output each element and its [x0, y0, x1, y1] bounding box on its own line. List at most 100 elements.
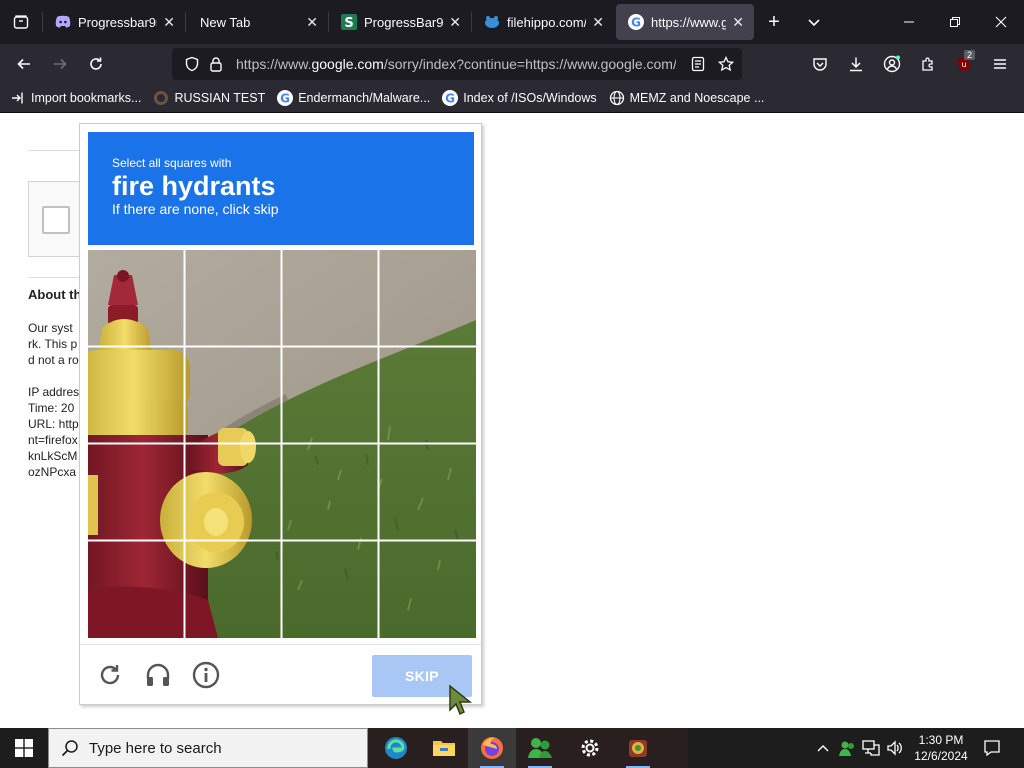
image-tile[interactable]: [282, 347, 379, 444]
bookmark-endermanch[interactable]: G Endermanch/Malware...: [277, 90, 430, 106]
refresh-icon: [100, 665, 120, 685]
back-button[interactable]: [6, 48, 42, 80]
bookmark-star-icon[interactable]: [714, 52, 738, 76]
hamburger-menu-icon: [994, 59, 1006, 69]
ublock-extension-button[interactable]: u 2: [946, 44, 982, 84]
pocket-button[interactable]: [802, 44, 838, 84]
image-tile[interactable]: [282, 444, 379, 541]
taskbar-file-explorer[interactable]: [420, 728, 468, 768]
minimize-button[interactable]: [886, 0, 932, 44]
system-clock[interactable]: 1:30 PM 12/6/2024: [904, 732, 978, 764]
image-tile[interactable]: [379, 444, 476, 541]
close-window-button[interactable]: [978, 0, 1024, 44]
tab-google-active[interactable]: G https://www.goo ✕: [616, 4, 754, 40]
people-app-icon: [528, 738, 552, 758]
audio-challenge-button[interactable]: [142, 659, 174, 691]
close-tab-icon[interactable]: ✕: [306, 14, 318, 31]
tab-title: Progressbar95 -: [78, 14, 158, 30]
download-icon: [850, 57, 862, 72]
close-tab-icon[interactable]: ✕: [732, 14, 744, 31]
image-tile[interactable]: [185, 250, 282, 347]
reload-challenge-button[interactable]: [94, 659, 126, 691]
forward-button[interactable]: [42, 48, 78, 80]
windows-logo-icon: [15, 739, 33, 757]
reload-button[interactable]: [78, 48, 114, 80]
info-button[interactable]: [190, 659, 222, 691]
bookmark-import[interactable]: Import bookmarks...: [10, 90, 141, 106]
notification-icon: [984, 740, 1000, 757]
account-button[interactable]: [874, 44, 910, 84]
discord-icon: [55, 14, 71, 30]
bookmark-label: Index of /ISOs/Windows: [463, 91, 597, 105]
close-tab-icon[interactable]: ✕: [163, 14, 175, 31]
shield-icon[interactable]: [180, 52, 204, 76]
taskbar-firefox[interactable]: [468, 728, 516, 768]
body-text-line: nt=firefox: [28, 433, 78, 447]
taskbar-app-green[interactable]: [516, 728, 564, 768]
image-tile[interactable]: [88, 541, 185, 638]
new-tab-button[interactable]: +: [754, 4, 794, 40]
ip-address-line: IP addres: [28, 385, 80, 399]
close-tab-icon[interactable]: ✕: [592, 14, 604, 31]
restore-button[interactable]: [932, 0, 978, 44]
url-line: URL: http: [28, 417, 79, 431]
start-button[interactable]: [0, 728, 48, 768]
about-heading: About th: [28, 287, 82, 302]
im-not-a-robot-checkbox[interactable]: [42, 206, 70, 234]
taskbar-settings[interactable]: [566, 728, 614, 768]
image-tile[interactable]: [88, 347, 185, 444]
lock-icon[interactable]: [204, 52, 228, 76]
search-icon: [61, 740, 78, 757]
close-tab-icon[interactable]: ✕: [449, 14, 461, 31]
notification-center-button[interactable]: [980, 728, 1004, 768]
image-tile[interactable]: [185, 444, 282, 541]
minimize-icon: [904, 21, 914, 23]
body-text-line: rk. This p: [28, 337, 78, 351]
taskbar-search-box[interactable]: Type here to search: [48, 728, 368, 768]
tab-title: ProgressBar95 -: [364, 14, 444, 30]
list-all-tabs-button[interactable]: [0, 0, 42, 44]
downloads-button[interactable]: [838, 44, 874, 84]
reader-view-icon[interactable]: [686, 52, 710, 76]
tab-filehippo[interactable]: filehippo.com/d ✕: [472, 4, 614, 40]
volume-button[interactable]: [884, 728, 906, 768]
network-button[interactable]: [860, 728, 882, 768]
extensions-button[interactable]: [910, 44, 946, 84]
app-menu-button[interactable]: [982, 44, 1018, 84]
bookmark-memz[interactable]: MEMZ and Noescape ...: [609, 90, 764, 106]
pocket-icon: [813, 58, 827, 71]
image-tile[interactable]: [379, 347, 476, 444]
gear-icon: [581, 739, 599, 757]
image-tile[interactable]: [282, 541, 379, 638]
hippo-icon: [484, 14, 500, 30]
tray-app-icon[interactable]: [836, 728, 858, 768]
url-text[interactable]: https://www.google.com/sorry/index?conti…: [236, 56, 676, 72]
tab-progressbar95-2[interactable]: S ProgressBar95 - ✕: [329, 4, 471, 40]
tab-manager-icon: [13, 15, 29, 29]
image-tile[interactable]: [379, 250, 476, 347]
tab-title: filehippo.com/d: [507, 14, 587, 30]
image-tile[interactable]: [88, 444, 185, 541]
edge-icon: [385, 737, 407, 759]
taskbar-app-game[interactable]: [614, 728, 662, 768]
target-object-text: fire hydrants: [112, 171, 276, 201]
list-tabs-dropdown[interactable]: [794, 4, 834, 40]
folder-icon: [433, 741, 455, 756]
image-tile[interactable]: [88, 250, 185, 347]
image-tile[interactable]: [379, 541, 476, 638]
windows-taskbar: Type here to search 1:30 PM 12/6/2024: [0, 728, 1024, 768]
bookmark-russian-test[interactable]: RUSSIAN TEST: [153, 90, 265, 106]
address-bar[interactable]: https://www.google.com/sorry/index?conti…: [172, 48, 742, 80]
show-hidden-icons-button[interactable]: [812, 728, 834, 768]
image-tile[interactable]: [185, 541, 282, 638]
firefox-icon: [481, 737, 503, 759]
bookmark-isos-windows[interactable]: G Index of /ISOs/Windows: [442, 90, 597, 106]
image-tile[interactable]: [282, 250, 379, 347]
clock-date: 12/6/2024: [914, 749, 968, 763]
headphones-icon: [146, 663, 170, 686]
taskbar-edge[interactable]: [372, 728, 420, 768]
tab-progressbar95-1[interactable]: Progressbar95 - ✕: [43, 4, 185, 40]
image-tile[interactable]: [185, 347, 282, 444]
plus-icon: +: [768, 10, 780, 33]
tab-new-tab[interactable]: New Tab ✕: [186, 4, 328, 40]
